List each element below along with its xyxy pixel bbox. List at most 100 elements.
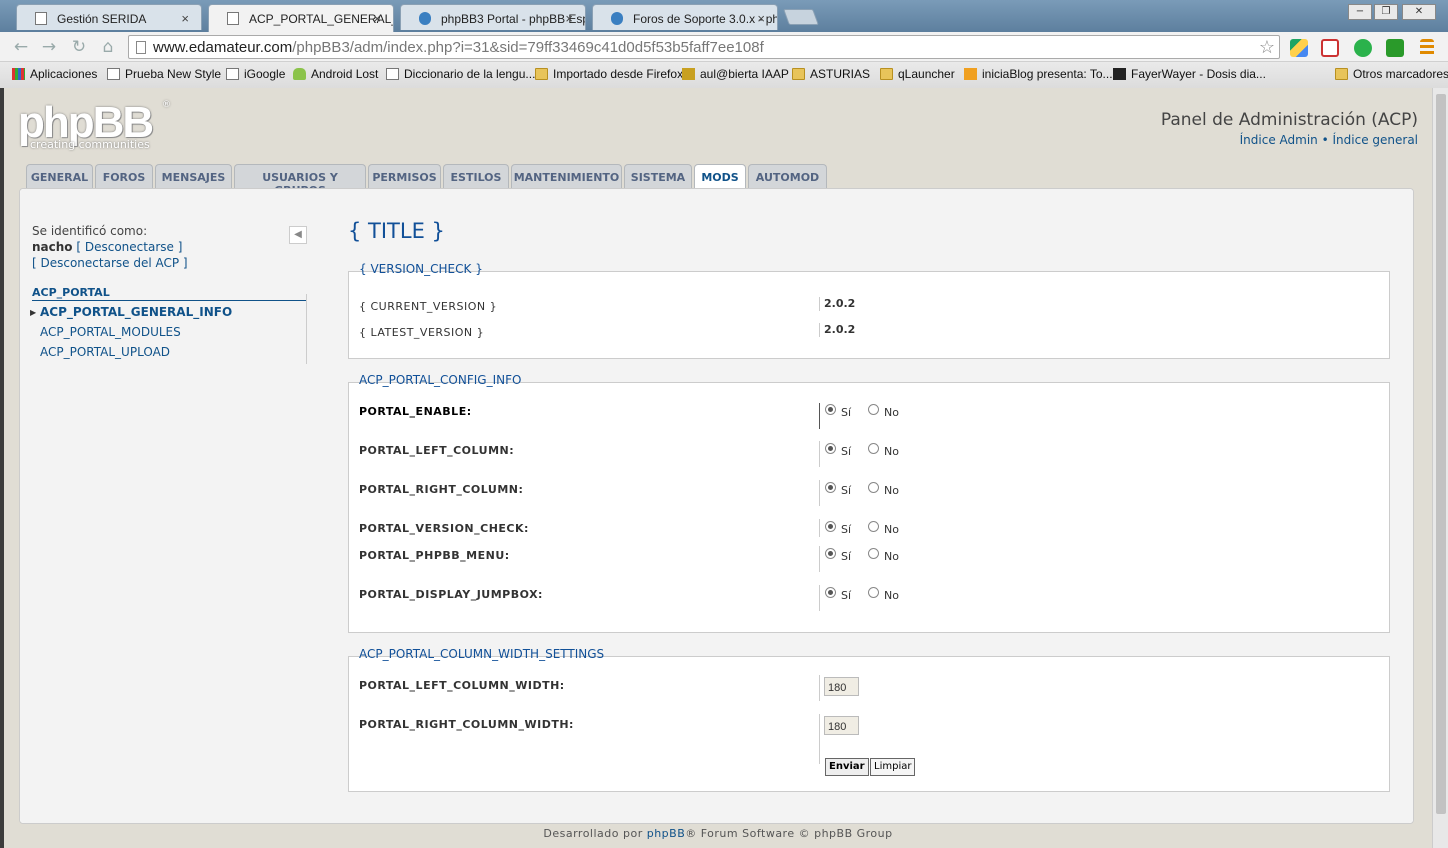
document-icon <box>107 68 120 80</box>
current-version-label: { CURRENT_VERSION } <box>359 300 498 313</box>
close-tab-icon[interactable]: × <box>565 11 573 26</box>
yes-label: Sí <box>841 445 852 458</box>
portal-phpbb-menu-label: PORTAL_PHPBB_MENU: <box>359 549 510 562</box>
page-scrollbar[interactable] <box>1432 88 1448 848</box>
bookmark-label: Diccionario de la lengu... <box>404 67 536 81</box>
google-drive-icon[interactable] <box>1290 39 1308 57</box>
close-window-button[interactable]: ✕ <box>1402 4 1436 20</box>
portal-enable-no-radio[interactable] <box>868 404 879 415</box>
portal-right-column-yes-radio[interactable] <box>825 482 836 493</box>
bookmark-star-icon[interactable]: ☆ <box>1259 37 1275 58</box>
portal-enable-label: PORTAL_ENABLE: <box>359 405 472 418</box>
collapse-menu-icon[interactable]: ◀ <box>289 226 307 244</box>
bookmark-label: Prueba New Style <box>125 67 222 81</box>
yes-label: Sí <box>841 589 852 602</box>
tab-sistema[interactable]: SISTEMA <box>624 164 692 189</box>
restore-button[interactable]: ❐ <box>1374 4 1398 20</box>
link-admin-index[interactable]: Índice Admin <box>1240 133 1318 147</box>
current-version-value: 2.0.2 <box>824 297 856 310</box>
portal-phpbb-menu-yes-radio[interactable] <box>825 548 836 559</box>
bookmark-diccionario[interactable]: Diccionario de la lengu... <box>386 67 535 81</box>
browser-tab-foros-soporte[interactable]: Foros de Soporte 3.0.x - phpl × <box>592 4 778 30</box>
tab-automod[interactable]: AUTOMOD <box>748 164 827 189</box>
bookmark-aulabierta[interactable]: aul@bierta IAAP <box>682 67 789 81</box>
browser-tab-acp-portal[interactable]: ACP_PORTAL_GENERAL_I × <box>208 4 394 32</box>
address-bar[interactable]: www.edamateur.com/phpBB3/adm/index.php?i… <box>128 35 1280 59</box>
portal-enable-yes-radio[interactable] <box>825 404 836 415</box>
portal-left-column-yes-radio[interactable] <box>825 443 836 454</box>
bookmark-prueba-new-style[interactable]: Prueba New Style <box>107 67 221 81</box>
portal-phpbb-menu-no-radio[interactable] <box>868 548 879 559</box>
main-panel-inner: Se identificó como: nacho [ Desconectars… <box>20 189 1413 823</box>
bookmark-asturias[interactable]: ASTURIAS <box>792 67 870 81</box>
menu-item-upload[interactable]: ACP_PORTAL_UPLOAD <box>40 345 170 359</box>
home-icon[interactable]: ⌂ <box>97 37 119 57</box>
tab-permisos[interactable]: PERMISOS <box>368 164 441 189</box>
logout-acp-link[interactable]: [ Desconectarse del ACP ] <box>32 256 188 270</box>
menu-item-general-info[interactable]: ▶ ACP_PORTAL_GENERAL_INFO <box>30 305 232 319</box>
pdf-extension-icon[interactable] <box>1321 39 1339 57</box>
browser-tabstrip: Gestión SERIDA × ACP_PORTAL_GENERAL_I × … <box>0 0 1448 32</box>
row-divider <box>819 546 820 572</box>
close-tab-icon[interactable]: × <box>373 11 381 26</box>
bookmark-qlauncher[interactable]: qLauncher <box>880 67 955 81</box>
version-check-fieldset: { VERSION_CHECK } { CURRENT_VERSION } 2.… <box>348 262 1390 359</box>
portal-display-jumpbox-yes-radio[interactable] <box>825 587 836 598</box>
no-label: No <box>884 589 899 602</box>
bookmark-fayerwayer[interactable]: FayerWayer - Dosis dia... <box>1113 67 1266 81</box>
folder-icon <box>880 68 893 80</box>
portal-version-check-no-radio[interactable] <box>868 521 879 532</box>
config-legend: ACP_PORTAL_CONFIG_INFO <box>359 373 522 387</box>
tab-mensajes[interactable]: MENSAJES <box>155 164 232 189</box>
bookmark-android-lost[interactable]: Android Lost <box>293 67 378 81</box>
left-column-width-input[interactable] <box>824 677 859 696</box>
yes-label: Sí <box>841 550 852 563</box>
menu-icon[interactable] <box>1420 39 1434 57</box>
calendar-extension-icon[interactable] <box>1386 39 1404 57</box>
tab-estilos[interactable]: ESTILOS <box>443 164 509 189</box>
portal-left-column-no-radio[interactable] <box>868 443 879 454</box>
tab-foros[interactable]: FOROS <box>95 164 153 189</box>
submit-button[interactable]: Enviar <box>825 758 869 776</box>
bookmark-igoogle[interactable]: iGoogle <box>226 67 285 81</box>
bookmark-label: iGoogle <box>244 67 286 81</box>
tab-usuarios-grupos[interactable]: USUARIOS Y GRUPOS <box>234 164 366 197</box>
tab-mods[interactable]: MODS <box>694 164 746 190</box>
yes-label: Sí <box>841 406 852 419</box>
close-tab-icon[interactable]: × <box>757 11 765 26</box>
close-tab-icon[interactable]: × <box>181 11 189 26</box>
phpbb-favicon-icon <box>419 12 431 25</box>
logout-link[interactable]: [ Desconectarse ] <box>76 240 182 254</box>
username: nacho <box>32 240 73 254</box>
evernote-icon[interactable] <box>1354 39 1372 57</box>
bookmark-iniciablog[interactable]: iniciaBlog presenta: To... <box>964 67 1113 81</box>
menu-item-modules[interactable]: ACP_PORTAL_MODULES <box>40 325 181 339</box>
bookmark-label: Importado desde Firefox <box>553 67 684 81</box>
new-tab-button[interactable] <box>783 9 819 25</box>
scrollbar-thumb[interactable] <box>1436 94 1446 814</box>
reset-button[interactable]: Limpiar <box>870 758 916 776</box>
browser-tab-gestion-serida[interactable]: Gestión SERIDA × <box>16 4 202 30</box>
bookmark-aplicaciones[interactable]: Aplicaciones <box>12 67 97 81</box>
portal-left-column-label: PORTAL_LEFT_COLUMN: <box>359 444 515 457</box>
config-fieldset: ACP_PORTAL_CONFIG_INFO PORTAL_ENABLE: Sí… <box>348 373 1390 633</box>
bookmark-importado-firefox[interactable]: Importado desde Firefox <box>535 67 683 81</box>
portal-display-jumpbox-no-radio[interactable] <box>868 587 879 598</box>
forward-arrow-icon[interactable]: → <box>38 37 60 57</box>
right-column-width-input[interactable] <box>824 716 859 735</box>
reload-icon[interactable]: ↻ <box>68 37 90 57</box>
tab-mantenimiento[interactable]: MANTENIMIENTO <box>511 164 622 189</box>
bookmark-label: iniciaBlog presenta: To... <box>982 67 1113 81</box>
footer-phpbb-link[interactable]: phpBB <box>647 827 686 840</box>
row-divider <box>819 519 820 537</box>
tab-general[interactable]: GENERAL <box>26 164 93 189</box>
bookmark-otros-marcadores[interactable]: Otros marcadores <box>1335 67 1448 81</box>
version-check-legend: { VERSION_CHECK } <box>359 262 483 276</box>
browser-tab-phpbb3-portal[interactable]: phpBB3 Portal - phpBB Espa × <box>400 4 586 30</box>
bookmarks-bar: Aplicaciones Prueba New Style iGoogle An… <box>0 62 1448 88</box>
link-general-index[interactable]: Índice general <box>1333 133 1419 147</box>
portal-version-check-yes-radio[interactable] <box>825 521 836 532</box>
minimize-button[interactable]: − <box>1348 4 1372 20</box>
portal-right-column-no-radio[interactable] <box>868 482 879 493</box>
back-arrow-icon[interactable]: ← <box>10 37 32 57</box>
